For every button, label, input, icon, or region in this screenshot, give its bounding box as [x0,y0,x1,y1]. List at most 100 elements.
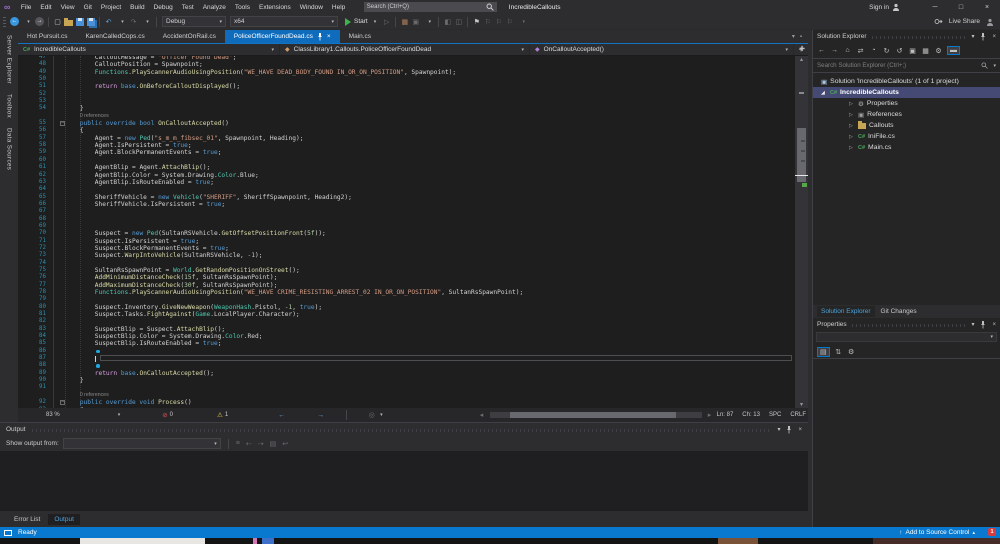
scroll-down-icon[interactable]: ▾ [795,401,808,408]
find-message-icon[interactable]: ≡ [236,440,240,448]
panel-tab-solution-explorer[interactable]: Solution Explorer [817,306,875,317]
source-control-dropdown-icon[interactable]: ▴ [972,530,975,536]
navigate-forward-button[interactable]: → [34,16,45,28]
expand-arrow-icon[interactable]: ◢ [821,90,827,96]
clear-all-icon[interactable]: ▤ [270,440,277,448]
go-to-next-message-icon[interactable]: ⇢ [258,440,264,448]
feedback-icon[interactable] [986,18,994,26]
editor-vertical-scrollbar[interactable]: ▴ ▾ [795,56,808,408]
editor-layout-alt-icon[interactable]: ◫ [453,16,464,28]
document-health-dropdown[interactable]: ▾ [380,412,383,418]
live-share-button[interactable]: Live Share [949,18,980,25]
float-window-icon[interactable]: ▪ [800,34,802,40]
hscroll-right-icon[interactable]: ▸ [704,409,715,421]
previous-bookmark-icon[interactable]: ⚐ [482,16,493,28]
tree-item-callouts[interactable]: ▷Callouts [813,120,1000,131]
categorized-view-icon[interactable]: ▤ [817,347,830,357]
tool-tab-output[interactable]: Output [48,514,80,525]
scrollbar-thumb[interactable] [797,128,806,182]
screenshot-dropdown[interactable]: ▾ [424,16,435,28]
type-dropdown[interactable]: ◆ ClassLibrary1.Callouts.PoliceOfficerFo… [280,44,530,55]
suggestion-dot-icon[interactable] [96,350,100,354]
attach-to-process-icon[interactable]: ▷ [381,16,392,28]
menu-build[interactable]: Build [126,4,149,11]
menu-tools[interactable]: Tools [230,4,254,11]
menu-view[interactable]: View [56,4,79,11]
menu-help[interactable]: Help [327,4,349,11]
space-mode-indicator[interactable]: SPC [769,412,781,418]
warning-count[interactable]: 1 [225,412,228,418]
previous-issue-icon[interactable]: ← [278,412,285,419]
go-to-previous-message-icon[interactable]: ⇠ [246,440,252,448]
home-icon[interactable]: ⌂ [843,47,852,54]
redo-dropdown[interactable]: ▾ [142,16,153,28]
close-icon[interactable]: × [992,34,996,40]
collapse-arrow-icon[interactable]: ▷ [849,134,855,140]
side-tab-toolbox[interactable]: Toolbox [6,94,13,118]
menu-test[interactable]: Test [177,4,198,11]
collapse-arrow-icon[interactable]: ▷ [849,145,855,151]
next-issue-icon[interactable]: → [317,412,324,419]
menu-project[interactable]: Project [96,4,125,11]
refresh-icon[interactable]: ↻ [882,47,891,55]
new-project-button[interactable]: ▢ [52,16,63,28]
redo-button[interactable]: ↷ [128,16,139,28]
project-dropdown[interactable]: C# IncredibleCallouts ▾ [18,44,280,55]
open-file-button[interactable] [63,16,74,28]
menu-file[interactable]: File [16,4,35,11]
forward-icon[interactable]: → [830,47,839,54]
collapse-arrow-icon[interactable]: ▷ [849,101,855,107]
pin-icon[interactable] [980,321,986,329]
properties-icon[interactable]: ⚙ [934,47,943,55]
start-debugging-button[interactable]: Start ▾ [345,18,376,26]
editor-layout-icon[interactable]: ◧ [442,16,453,28]
active-files-dropdown-icon[interactable]: ▾ [792,33,795,40]
tool-tab-error-list[interactable]: Error List [8,514,46,525]
window-position-dropdown-icon[interactable]: ▾ [971,321,974,328]
search-options-dropdown[interactable]: ▾ [993,63,996,69]
toggle-word-wrap-icon[interactable]: ↩ [282,440,288,448]
splitter-handle-icon[interactable]: ✚ [796,45,808,55]
close-tab-icon[interactable]: × [327,33,331,40]
codelens-references[interactable]: 0 references [50,113,109,120]
member-dropdown[interactable]: ◆ OnCalloutAccepted() ▾ [530,44,794,55]
property-pages-icon[interactable]: ⚙ [847,348,856,356]
screenshot-icon[interactable]: ▣ [410,16,421,28]
tab-karencalledcops.cs[interactable]: KarenCalledCops.cs [76,30,153,43]
collapse-all-icon[interactable]: ▦ [921,47,930,55]
properties-header[interactable]: Properties ▾ × [813,318,1000,331]
zoom-dropdown-icon[interactable]: ▾ [118,412,121,418]
menu-debug[interactable]: Debug [149,4,177,11]
maximize-button[interactable]: □ [948,4,974,11]
tree-item-properties[interactable]: ▷⚙Properties [813,98,1000,109]
line-indicator[interactable]: Ln: 87 [717,412,734,418]
close-button[interactable]: × [974,4,1000,11]
toolbar-drag-handle[interactable] [3,17,6,27]
close-icon[interactable]: × [798,427,802,433]
update-icon[interactable]: ↺ [895,47,904,55]
warning-icon[interactable]: ⚠ [217,411,223,419]
navigate-back-dropdown[interactable]: ▾ [23,16,34,28]
menu-edit[interactable]: Edit [36,4,56,11]
alphabetical-sort-icon[interactable]: ⇅ [834,348,843,356]
output-panel-header[interactable]: Output ▾ × [0,423,808,436]
save-all-button[interactable] [85,16,96,28]
pending-changes-icon[interactable]: ▦ [399,16,410,28]
close-icon[interactable]: × [992,322,996,328]
tab-hot-pursuit.cs[interactable]: Hot Pursuit.cs [18,30,76,43]
collapse-arrow-icon[interactable]: ▷ [849,123,855,129]
tree-item-main-cs[interactable]: ▷C#Main.cs [813,142,1000,153]
menu-git[interactable]: Git [79,4,96,11]
solution-configuration-combo[interactable]: Debug▾ [162,16,226,27]
menu-analyze[interactable]: Analyze [198,4,230,11]
bookmark-icon[interactable]: ⚑ [471,16,482,28]
output-content[interactable] [0,451,808,511]
pin-icon[interactable] [980,33,986,41]
error-icon[interactable]: ⊘ [162,411,167,419]
undo-button[interactable]: ↶ [103,16,114,28]
next-bookmark-icon[interactable]: ⚐ [493,16,504,28]
code-editor[interactable]: 47CalloutMessage = "Officer Found Dead";… [18,56,795,408]
column-indicator[interactable]: Ch: 13 [742,412,760,418]
tree-item-inifile-cs[interactable]: ▷C#IniFile.cs [813,131,1000,142]
zoom-level[interactable]: 83 % [46,412,60,418]
